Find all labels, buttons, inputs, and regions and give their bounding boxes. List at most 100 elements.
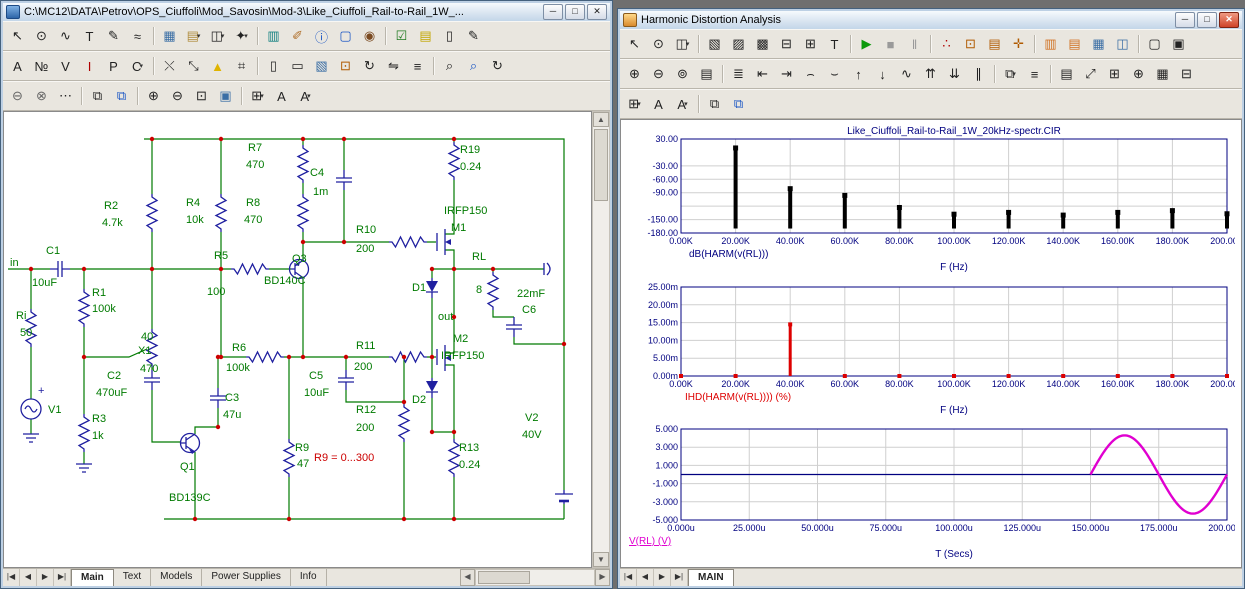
scroll-right-button[interactable]: ▶ xyxy=(595,569,610,586)
grid-toggle[interactable]: ⌗ xyxy=(230,55,253,78)
ihd-chart[interactable]: 0.00K20.00K40.00K60.00K80.00K100.00K120.… xyxy=(623,278,1235,420)
copy-special-icon[interactable]: ⧉ xyxy=(110,85,133,108)
inflection-icon[interactable]: ∿ xyxy=(895,63,918,86)
options-icon[interactable]: ⊟ xyxy=(1175,63,1198,86)
horizontal-scroll-thumb[interactable] xyxy=(478,571,530,584)
tab-info[interactable]: Info xyxy=(291,569,327,586)
schematic-titlebar[interactable]: C:\MC12\DATA\Petrov\OPS_Ciuffoli\Mod_Sav… xyxy=(3,3,610,21)
currents-toggle[interactable]: I xyxy=(78,55,101,78)
text-mode-icon[interactable]: T xyxy=(823,33,846,56)
zoom-mode-icon[interactable]: ▧ xyxy=(703,33,726,56)
next-tab-button[interactable]: ▶ xyxy=(37,569,54,586)
text-page-icon[interactable]: ▤ xyxy=(414,25,437,48)
node-voltages-toggle[interactable]: V xyxy=(54,55,77,78)
graph-picker[interactable]: ◫▾ xyxy=(671,33,694,56)
maximize-plot-icon[interactable]: ▢ xyxy=(1143,33,1166,56)
info-button[interactable]: ⓘ xyxy=(310,25,333,48)
scroll-left-button[interactable]: ◀ xyxy=(460,569,475,586)
horizontal-scrollbar[interactable]: ◀ ▶ xyxy=(460,569,610,586)
global-low-icon[interactable]: ⇊ xyxy=(943,63,966,86)
conditions-toggle[interactable]: C▾ xyxy=(126,55,149,78)
tab-main[interactable]: Main xyxy=(71,569,114,586)
fft-icon[interactable]: ⊞ xyxy=(1103,63,1126,86)
zoom-cursor-icon[interactable]: ⊕ xyxy=(1127,63,1150,86)
drc-warning-icon[interactable]: ▲ xyxy=(206,55,229,78)
tag-horizontal-icon[interactable]: ⊟ xyxy=(775,33,798,56)
zoom-out-icon[interactable]: ⊖ xyxy=(166,85,189,108)
first-tab-button[interactable]: |◀ xyxy=(620,569,637,586)
close-button[interactable]: ✕ xyxy=(587,4,607,20)
scale-icon[interactable]: ⤢ xyxy=(1079,63,1102,86)
tab-models[interactable]: Models xyxy=(151,569,202,586)
restore-plot-icon[interactable]: ▣ xyxy=(1167,33,1190,56)
tag-point-icon[interactable]: ▩ xyxy=(751,33,774,56)
vertical-scrollbar[interactable]: ▲ ▼ xyxy=(592,111,610,568)
cursor-mode-icon[interactable]: ▨ xyxy=(727,33,750,56)
minimize-button[interactable]: ─ xyxy=(1175,12,1195,28)
picture-icon[interactable]: ▧ xyxy=(310,55,333,78)
vertical-tile-icon[interactable]: ▤ xyxy=(1063,33,1086,56)
font-icon[interactable]: A xyxy=(647,93,670,116)
transient-waveform-chart[interactable]: 0.000u25.000u50.000u75.000u100.000u125.0… xyxy=(623,420,1235,564)
valley-icon[interactable]: ⌣ xyxy=(823,63,846,86)
vertical-scroll-thumb[interactable] xyxy=(594,129,608,201)
maximize-button[interactable]: □ xyxy=(1197,12,1217,28)
line-tool[interactable]: ✎ xyxy=(102,25,125,48)
global-high-icon[interactable]: ⇈ xyxy=(919,63,942,86)
go-left-icon[interactable]: ⇤ xyxy=(751,63,774,86)
find-icon[interactable]: ⌕ xyxy=(438,55,461,78)
power-toggle[interactable]: P xyxy=(102,55,125,78)
tag-vertical-icon[interactable]: ⊞ xyxy=(799,33,822,56)
blank-page-icon[interactable]: ▯ xyxy=(438,25,461,48)
macro-picker[interactable]: ✦▾ xyxy=(230,25,253,48)
overlap-windows-icon[interactable]: ◫ xyxy=(1111,33,1134,56)
crop-icon[interactable]: ⊡ xyxy=(334,55,357,78)
pause-button[interactable]: ‖ xyxy=(903,33,926,56)
tokens-icon[interactable]: ⊡ xyxy=(959,33,982,56)
data-points-icon[interactable]: ∴ xyxy=(935,33,958,56)
stop-button[interactable]: ■ xyxy=(879,33,902,56)
harmonic-db-spectrum-chart[interactable]: 0.00K20.00K40.00K60.00K80.00K100.00K120.… xyxy=(623,123,1235,277)
close-button[interactable]: ✕ xyxy=(1219,12,1239,28)
first-tab-button[interactable]: |◀ xyxy=(3,569,20,586)
analysis-titlebar[interactable]: Harmonic Distortion Analysis ─ □ ✕ xyxy=(620,11,1242,29)
copy-icon[interactable]: ⧉ xyxy=(703,93,726,116)
zoom-in-icon[interactable]: ⊕ xyxy=(142,85,165,108)
wire-tool[interactable]: ∿ xyxy=(54,25,77,48)
copy-special-icon[interactable]: ⧉ xyxy=(727,93,750,116)
component-tool[interactable]: ⊙ xyxy=(30,25,53,48)
window-view-icon[interactable]: ▢ xyxy=(334,25,357,48)
plus-marks-icon[interactable]: ✛ xyxy=(1007,33,1030,56)
find-next-icon[interactable]: ⌕ xyxy=(462,55,485,78)
horizontal-tile-icon[interactable]: ▥ xyxy=(1039,33,1062,56)
analysis-book-icon[interactable]: ▥ xyxy=(262,25,285,48)
zoom-out-icon[interactable]: ⊖ xyxy=(647,63,670,86)
pan-tool[interactable]: ⊙ xyxy=(647,33,670,56)
component-picker[interactable]: ◫▾ xyxy=(206,25,229,48)
back-icon[interactable]: ⊖ xyxy=(6,85,29,108)
align-icon[interactable]: ≡ xyxy=(406,55,429,78)
ruler-icon[interactable]: ▤ xyxy=(983,33,1006,56)
watch-icon[interactable]: ▦ xyxy=(1151,63,1174,86)
last-tab-button[interactable]: ▶| xyxy=(671,569,688,586)
select-tool[interactable]: ↖ xyxy=(623,33,646,56)
properties-icon[interactable]: ≡ xyxy=(1023,63,1046,86)
font-style-select[interactable]: A▾ xyxy=(671,93,694,116)
zoom-area-icon[interactable]: ⊡ xyxy=(190,85,213,108)
annotate-pencil-icon[interactable]: ✐ xyxy=(286,25,309,48)
go-right-icon[interactable]: ⇥ xyxy=(775,63,798,86)
horizontal-scroll-track[interactable] xyxy=(475,569,595,586)
scope-window-icon[interactable]: ▦ xyxy=(158,25,181,48)
title-block-toggle[interactable]: ▭ xyxy=(286,55,309,78)
high-icon[interactable]: ↑ xyxy=(847,63,870,86)
tile-windows-icon[interactable]: ▦ xyxy=(1087,33,1110,56)
next-tab-button[interactable]: ▶ xyxy=(654,569,671,586)
select-tool[interactable]: ↖ xyxy=(6,25,29,48)
text-tool[interactable]: T xyxy=(78,25,101,48)
minimize-button[interactable]: ─ xyxy=(543,4,563,20)
node-numbers-toggle[interactable]: № xyxy=(30,55,53,78)
clipboard-icon[interactable]: ⧉▾ xyxy=(999,63,1022,86)
edit-pencil-icon[interactable]: ✎ xyxy=(462,25,485,48)
image-icon[interactable]: ▣ xyxy=(214,85,237,108)
tab-text[interactable]: Text xyxy=(114,569,151,586)
